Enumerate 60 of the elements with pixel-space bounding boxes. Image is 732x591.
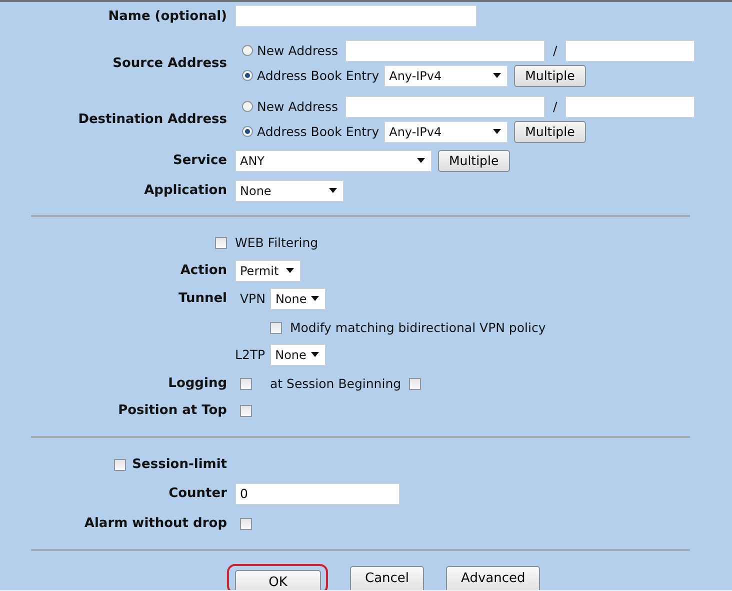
field-label: Alarm without drop (83, 516, 227, 531)
caret-icon (417, 158, 425, 163)
checkbox[interactable] (270, 322, 282, 334)
option-label: New Address (257, 43, 338, 58)
checkbox-label: Modify matching bidirectional VPN policy (290, 320, 546, 335)
radio-button[interactable] (242, 70, 253, 81)
radio-button[interactable] (242, 101, 253, 112)
field-label: Position at Top (117, 403, 227, 418)
multiple-button[interactable]: Multiple (514, 64, 586, 86)
netmask-input[interactable] (565, 96, 696, 118)
address-select[interactable]: Any-IPv4 (384, 64, 508, 86)
option-label: Address Book Entry (257, 124, 380, 139)
form-button[interactable]: Advanced (446, 566, 540, 590)
multiple-button[interactable]: Multiple (514, 120, 586, 142)
field-label: Service (172, 153, 227, 168)
caret-icon (311, 296, 320, 301)
multiple-button[interactable]: Multiple (438, 150, 510, 172)
address-input[interactable] (345, 96, 546, 118)
l2tp-label: L2TP (235, 347, 266, 362)
netmask-input[interactable] (565, 40, 696, 62)
caret-icon (329, 188, 337, 193)
checkbox-label: at Session Beginning (270, 376, 402, 391)
l2tp-select[interactable]: None (270, 344, 326, 366)
checkbox[interactable] (215, 236, 227, 248)
application-select[interactable]: None (235, 180, 344, 202)
checkbox[interactable] (240, 404, 252, 416)
checkbox[interactable] (240, 518, 252, 530)
field-label: Tunnel (178, 291, 227, 306)
action-select[interactable]: Permit (235, 260, 301, 282)
caret-icon (311, 352, 320, 357)
vpn-label: VPN (240, 291, 266, 306)
service-select[interactable]: ANY (235, 150, 432, 172)
field-label: Destination Address (77, 112, 227, 126)
counter-input[interactable]: 0 (235, 482, 400, 504)
option-label: Address Book Entry (257, 68, 380, 83)
separator-text: / (553, 43, 558, 58)
checkbox[interactable] (240, 378, 252, 390)
name-input[interactable] (235, 5, 477, 27)
checkbox-label: WEB Filtering (235, 235, 318, 250)
checkbox[interactable] (409, 378, 422, 390)
radio-button[interactable] (242, 126, 253, 137)
field-label: Name (optional) (107, 8, 227, 24)
form-button[interactable]: OK (235, 570, 321, 590)
field-label: Counter (168, 486, 227, 501)
field-label: Action (179, 263, 227, 278)
field-label: Application (143, 183, 227, 198)
address-select[interactable]: Any-IPv4 (384, 120, 508, 142)
checkbox-label: Session-limit (132, 457, 227, 472)
option-label: New Address (257, 99, 338, 114)
checkbox[interactable] (114, 458, 126, 470)
separator-text: / (553, 99, 558, 114)
caret-icon (286, 268, 294, 273)
form-button[interactable]: Cancel (350, 566, 424, 590)
vpn-select[interactable]: None (270, 288, 326, 310)
field-label: Logging (167, 376, 227, 391)
address-input[interactable] (345, 40, 546, 62)
caret-icon (493, 73, 502, 78)
caret-icon (493, 129, 502, 134)
radio-button[interactable] (242, 45, 253, 56)
field-label: Source Address (112, 56, 227, 70)
